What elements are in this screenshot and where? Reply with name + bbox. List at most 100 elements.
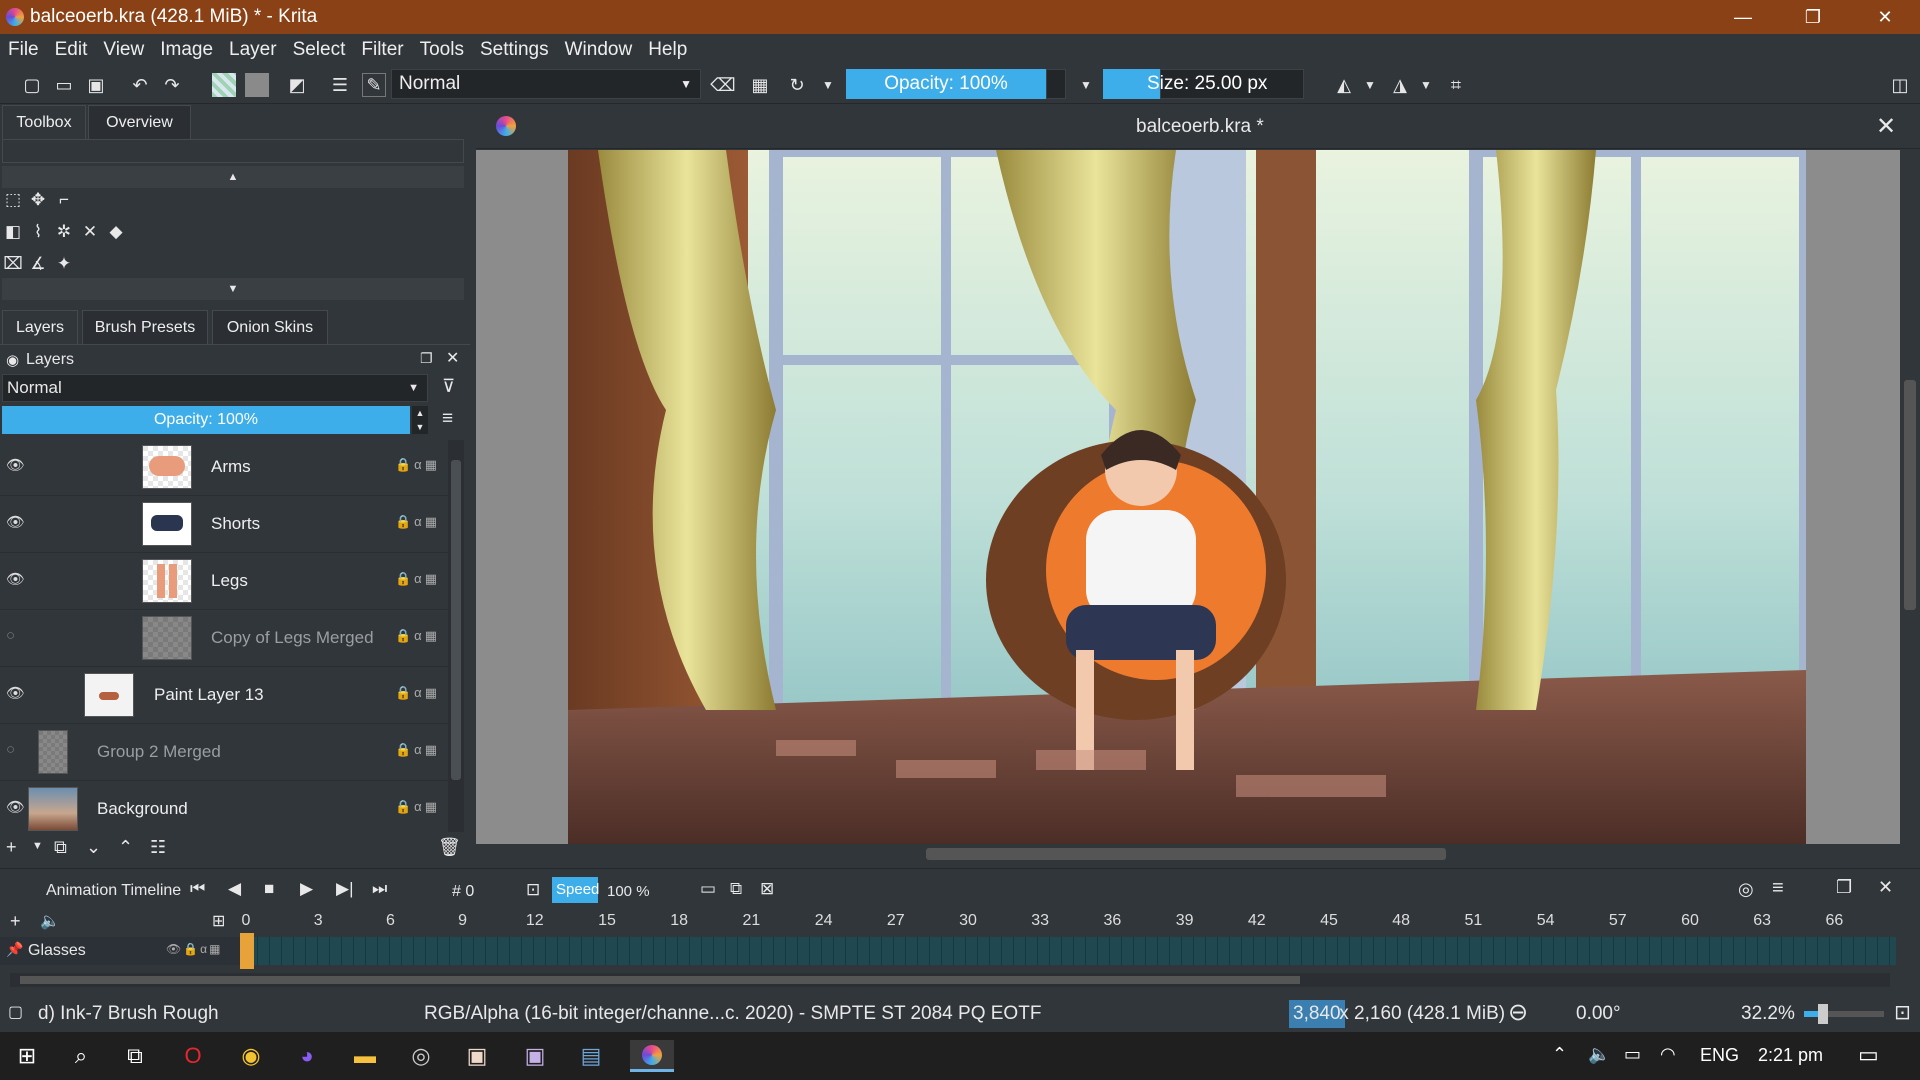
add-layer-dropdown-icon[interactable]: ▼: [32, 840, 43, 852]
tray-chevron-icon[interactable]: ⌃: [1552, 1044, 1567, 1065]
layers-scroll-thumb[interactable]: [451, 460, 461, 780]
notification-icon[interactable]: ▭: [1858, 1042, 1879, 1068]
menu-image[interactable]: Image: [160, 39, 213, 61]
maximize-button[interactable]: ❐: [1784, 0, 1842, 34]
opacity-spin-arrows[interactable]: [1046, 69, 1066, 99]
measure-tool-icon[interactable]: ∡: [28, 254, 48, 274]
layer-lock-alpha-icons[interactable]: 🔒α▦: [395, 571, 440, 587]
fg-bg-color-icon[interactable]: ◩: [285, 73, 309, 97]
timeline-h-thumb[interactable]: [20, 976, 1300, 984]
move-up-icon[interactable]: ⌃: [118, 837, 133, 858]
filter-icon[interactable]: ⊽: [442, 376, 455, 397]
play-icon[interactable]: ▶: [300, 879, 313, 899]
task-view-icon[interactable]: ⧉: [118, 1040, 152, 1072]
color-picker-icon[interactable]: ⌇: [28, 222, 48, 242]
scroll-down-button[interactable]: ▼: [2, 278, 464, 300]
menu-settings[interactable]: Settings: [480, 39, 549, 61]
layer-row[interactable]: 👁 Legs 🔒α▦: [0, 554, 448, 610]
timeline-h-scrollbar[interactable]: [10, 973, 1890, 987]
mirror-horizontal-icon[interactable]: ◭: [1332, 73, 1356, 97]
brush-blend-mode-select[interactable]: Normal ▼: [391, 69, 701, 99]
canvas-v-thumb[interactable]: [1904, 380, 1916, 610]
float-docker-icon[interactable]: ❐: [420, 350, 433, 367]
audio-track-icon[interactable]: 🔈: [40, 911, 60, 931]
eraser-icon[interactable]: ⌫: [710, 73, 735, 97]
prev-frame-icon[interactable]: ◀: [228, 879, 241, 899]
clock[interactable]: 2:21 pm: [1758, 1045, 1823, 1066]
brush-settings-icon[interactable]: ☰: [328, 73, 352, 97]
layer-blend-mode-select[interactable]: Normal ▼: [2, 374, 428, 402]
wrap-around-icon[interactable]: ⌗: [1444, 73, 1468, 97]
layer-lock-alpha-icons[interactable]: 🔒α▦: [395, 799, 440, 815]
pattern-swatch-icon[interactable]: [245, 73, 269, 97]
zoom-slider[interactable]: [1804, 1011, 1884, 1017]
layer-row[interactable]: ○ Group 2 Merged 🔒α▦: [0, 725, 448, 781]
fit-view-icon[interactable]: ⊡: [1894, 1000, 1911, 1025]
menu-window[interactable]: Window: [565, 39, 633, 61]
search-icon[interactable]: ⌕: [64, 1040, 98, 1072]
gradient-swatch-icon[interactable]: [212, 73, 236, 97]
menu-edit[interactable]: Edit: [55, 39, 88, 61]
playhead-cursor[interactable]: [240, 933, 254, 969]
zoom-timeline-icon[interactable]: ⊞: [212, 911, 225, 931]
close-timeline-icon[interactable]: ✕: [1878, 877, 1893, 898]
menu-filter[interactable]: Filter: [361, 39, 403, 61]
layer-opacity-slider[interactable]: Opacity: 100%: [2, 406, 410, 434]
float-timeline-icon[interactable]: ❐: [1836, 877, 1852, 898]
language-indicator[interactable]: ENG: [1700, 1045, 1739, 1066]
undo-icon[interactable]: ↶: [128, 73, 152, 97]
layer-lock-alpha-icons[interactable]: 🔒α▦: [395, 514, 440, 530]
close-document-icon[interactable]: ✕: [1876, 112, 1896, 141]
minimize-button[interactable]: —: [1714, 0, 1772, 34]
transform-tool-icon[interactable]: ⬚: [3, 190, 23, 210]
layer-row[interactable]: 👁 Arms 🔒α▦: [0, 440, 448, 496]
layer-row[interactable]: 👁 Paint Layer 13 🔒α▦: [0, 668, 448, 724]
visibility-eye-icon[interactable]: 👁: [6, 798, 25, 816]
first-frame-icon[interactable]: ⏮: [190, 879, 205, 899]
track-header[interactable]: 📌 Glasses 👁🔒α▦: [0, 937, 246, 965]
track-controls-icons[interactable]: 👁🔒α▦: [166, 942, 222, 956]
layer-row[interactable]: 👁 Shorts 🔒α▦: [0, 497, 448, 553]
audio-icon[interactable]: ⧉: [730, 879, 742, 899]
layer-opacity-spin[interactable]: ▲ ▼: [412, 406, 428, 434]
layer-lock-alpha-icons[interactable]: 🔒α▦: [395, 742, 440, 758]
layer-lock-alpha-icons[interactable]: 🔒α▦: [395, 457, 440, 473]
open-folder-icon[interactable]: ▭: [52, 73, 76, 97]
layer-lock-alpha-icons[interactable]: 🔒α▦: [395, 685, 440, 701]
last-frame-icon[interactable]: ⏭: [372, 879, 387, 899]
menu-tools[interactable]: Tools: [420, 39, 464, 61]
add-track-icon[interactable]: +: [10, 911, 21, 932]
redo-icon[interactable]: ↷: [160, 73, 184, 97]
media-player-icon[interactable]: ◎: [404, 1040, 438, 1072]
layers-scrollbar[interactable]: [448, 440, 464, 832]
tab-onion-skins[interactable]: Onion Skins: [212, 310, 328, 344]
brush-name[interactable]: d) Ink-7 Brush Rough: [38, 1003, 219, 1025]
visibility-eye-icon[interactable]: 👁: [6, 570, 25, 588]
opacity-dropdown-icon[interactable]: ▼: [1074, 73, 1098, 97]
menu-layer[interactable]: Layer: [229, 39, 277, 61]
tab-overview[interactable]: Overview: [88, 105, 191, 139]
smart-patch-icon[interactable]: ✲: [54, 222, 74, 242]
pin-icon[interactable]: ◎: [1738, 879, 1754, 900]
move-down-icon[interactable]: ⌄: [86, 837, 101, 858]
speed-slider-fill[interactable]: Speed: [552, 877, 599, 903]
menu-help[interactable]: Help: [648, 39, 687, 61]
rotation-icon[interactable]: ⊖: [1508, 998, 1528, 1027]
mirror-h-dropdown-icon[interactable]: ▼: [1358, 73, 1382, 97]
opacity-slider[interactable]: Opacity: 100%: [846, 69, 1046, 99]
duplicate-layer-icon[interactable]: ⧉: [54, 837, 67, 858]
app-icon-2[interactable]: ▣: [518, 1040, 552, 1072]
drop-frames-icon[interactable]: ⊡: [526, 880, 540, 900]
scroll-up-button[interactable]: ▲: [2, 166, 464, 188]
canvas-h-thumb[interactable]: [926, 848, 1446, 860]
gradient-tool-icon[interactable]: ◧: [3, 222, 23, 242]
layer-options-icon[interactable]: ≡: [442, 408, 453, 430]
layer-properties-icon[interactable]: ☷: [150, 837, 166, 858]
save-icon[interactable]: ▣: [84, 73, 108, 97]
visibility-hidden-icon[interactable]: ○: [6, 741, 15, 758]
track-frames[interactable]: [246, 937, 1896, 965]
menu-view[interactable]: View: [103, 39, 144, 61]
tab-layers[interactable]: Layers: [2, 310, 78, 344]
assistant-edit-icon[interactable]: ⌧: [3, 254, 23, 274]
assistant-tool-icon[interactable]: ✕: [80, 222, 100, 242]
